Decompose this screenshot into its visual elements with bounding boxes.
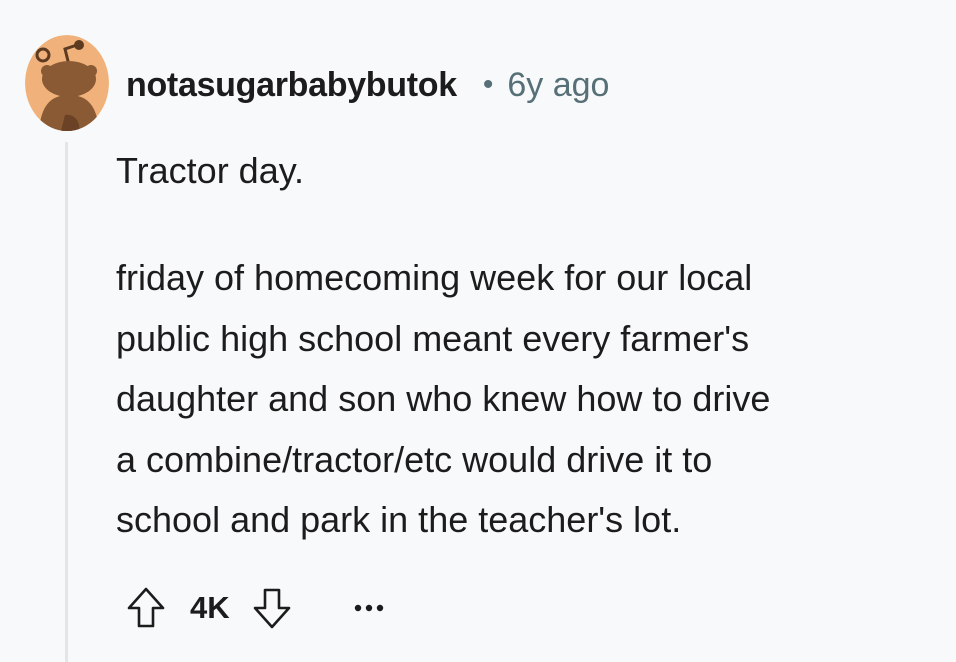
separator-dot: • — [482, 68, 494, 101]
comment-header: notasugarbabybutok • 6y ago — [126, 60, 609, 110]
comment-body-line: friday of homecoming week for our local — [116, 257, 753, 298]
arrow-up-icon — [127, 587, 165, 628]
comment-body-line: a combine/tractor/etc would drive it to — [116, 438, 713, 480]
comment-body-line: public high school meant every farmer's — [116, 317, 750, 359]
user-avatar[interactable] — [25, 35, 109, 131]
more-options-button[interactable] — [354, 580, 384, 636]
comment-body: friday of homecoming week for our local … — [116, 248, 936, 551]
comment-body-line: daughter and son who knew how to drive — [116, 378, 771, 419]
ellipsis-icon — [354, 604, 383, 612]
snoo-avatar-icon — [25, 35, 109, 131]
comment-thread-line[interactable] — [65, 142, 68, 662]
comment-actions: 4K — [126, 580, 384, 636]
comment-title: Tractor day. — [116, 150, 305, 191]
comment-timestamp[interactable]: 6y ago — [507, 66, 609, 105]
upvote-button[interactable] — [126, 586, 166, 630]
comment-body-line: school and park in the teacher's lot. — [116, 499, 682, 540]
arrow-down-icon — [253, 588, 290, 629]
downvote-button[interactable] — [252, 586, 292, 630]
vote-score: 4K — [190, 590, 230, 625]
username-link[interactable]: notasugarbabybutok — [126, 66, 457, 105]
